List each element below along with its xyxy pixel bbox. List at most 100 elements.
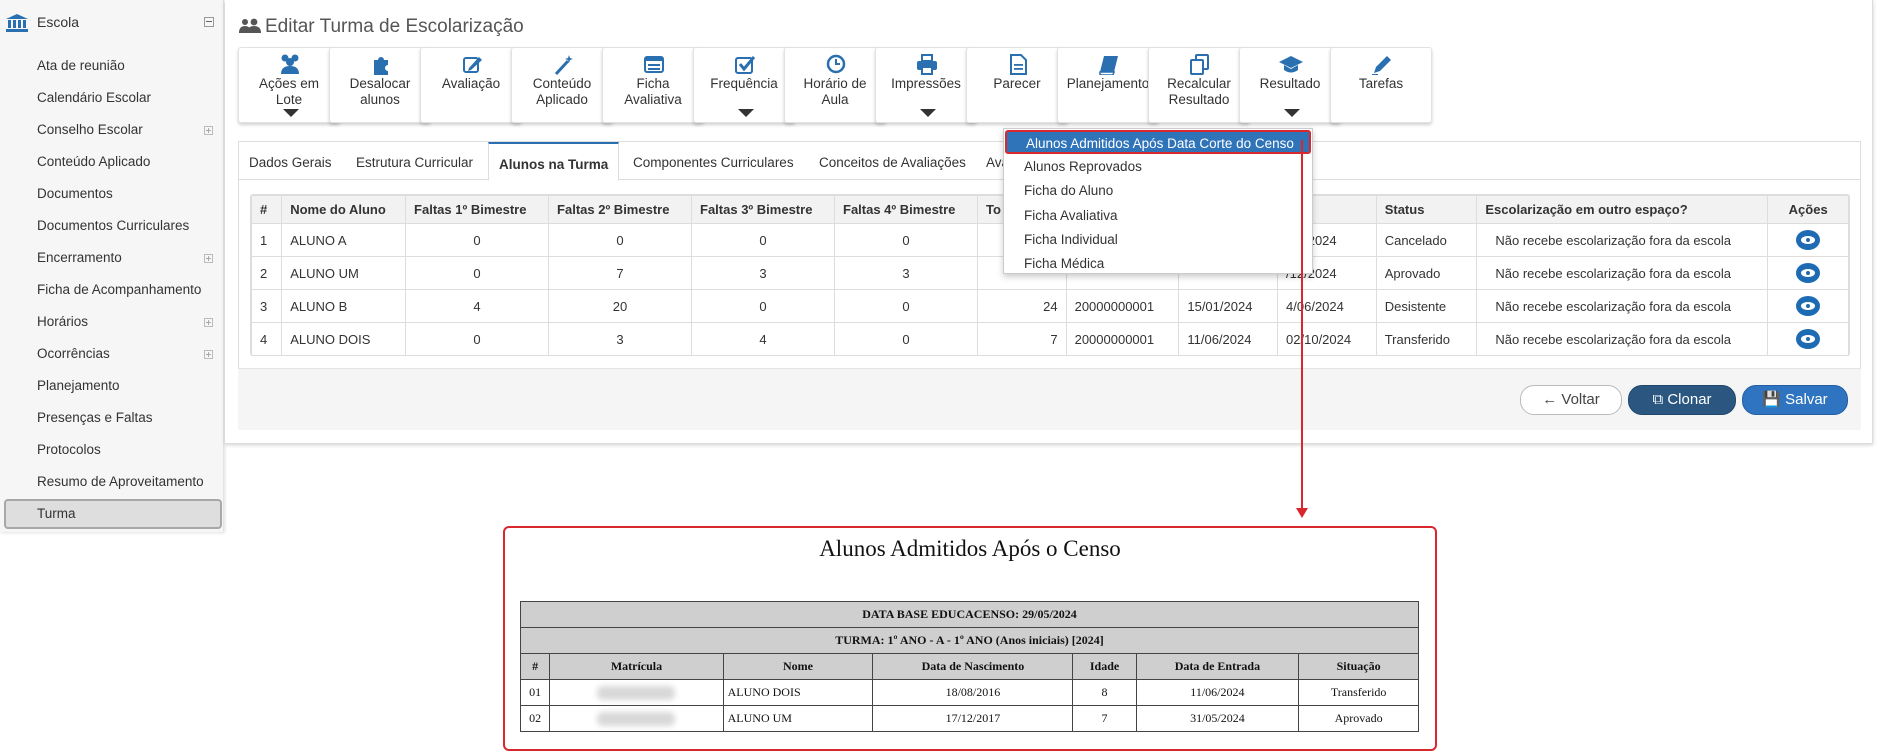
sidebar-item-label: Horários xyxy=(37,314,89,329)
dropdown-item-admitidos[interactable]: Alunos Admitidos Após Data Corte do Cens… xyxy=(1005,130,1311,154)
sidebar-item-label: Protocolos xyxy=(37,442,101,457)
tab-componentes-curriculares[interactable]: Componentes Curriculares xyxy=(633,155,794,170)
tab-estrutura-curricular[interactable]: Estrutura Curricular xyxy=(356,155,473,170)
voltar-button[interactable]: ← Voltar xyxy=(1520,385,1622,415)
sidebar-item-2[interactable]: Conselho Escolar xyxy=(0,115,224,145)
dropdown-item-ficha-avaliativa[interactable]: Ficha Avaliativa xyxy=(1024,208,1118,223)
toolbar-button-3[interactable]: Conteúdo Aplicado xyxy=(511,47,613,123)
report-cell: Transferido xyxy=(1298,679,1419,706)
toolbar-button-label: Desalocar alunos xyxy=(332,76,428,108)
sidebar-item-14[interactable]: Turma xyxy=(4,499,222,529)
collapse-icon[interactable] xyxy=(204,17,214,27)
table-cell: Não recebe escolarização fora da escola xyxy=(1476,223,1769,257)
pencil-icon xyxy=(1372,56,1391,75)
toolbar-button-2[interactable]: Avaliação xyxy=(420,47,522,123)
toolbar-label-line1: Desalocar xyxy=(349,76,411,91)
redacted-value xyxy=(597,686,676,701)
actions-cell xyxy=(1767,322,1849,356)
sidebar-item-11[interactable]: Presenças e Faltas xyxy=(0,403,224,433)
view-eye-icon[interactable] xyxy=(1796,296,1821,316)
sidebar-item-6[interactable]: Encerramento xyxy=(0,243,224,273)
toolbar-label-line1: Impressões xyxy=(891,76,961,91)
table-cell: 4/06/2024 xyxy=(1277,289,1377,323)
sidebar-item-1[interactable]: Calendário Escolar xyxy=(0,83,224,113)
table-cell: 3 xyxy=(548,322,693,356)
toolbar-label-line1: Conteúdo xyxy=(532,76,592,91)
table-cell: Cancelado xyxy=(1375,223,1478,257)
table-cell: 7 xyxy=(976,322,1067,356)
clone-icon: ⧉ xyxy=(1652,391,1664,408)
sidebar-item-9[interactable]: Ocorrências xyxy=(0,339,224,369)
copy-icon xyxy=(1190,54,1209,75)
sidebar-item-0[interactable]: Ata de reunião xyxy=(0,51,224,81)
table-cell: Desistente xyxy=(1375,289,1478,323)
table-cell: 0 xyxy=(405,322,550,356)
view-eye-icon[interactable] xyxy=(1796,329,1821,349)
table-cell: ALUNO B xyxy=(281,289,407,323)
toolbar-button-label: Avaliação xyxy=(423,76,519,92)
toolbar-button-11[interactable]: Resultado xyxy=(1239,47,1341,123)
report-base-line: DATA BASE EDUCACENSO: 29/05/2024 xyxy=(520,601,1419,628)
report-column-header: Data de Entrada xyxy=(1135,653,1300,680)
toolbar-button-label: Horário de Aula xyxy=(787,76,883,108)
toolbar-button-9[interactable]: Planejamento xyxy=(1057,47,1159,123)
expand-icon[interactable] xyxy=(204,318,213,327)
caret-down-icon xyxy=(1284,109,1300,117)
sidebar-item-label: Calendário Escolar xyxy=(37,90,152,105)
sidebar-item-12[interactable]: Protocolos xyxy=(0,435,224,465)
tab-conceitos-de-avaliacoes[interactable]: Conceitos de Avaliações xyxy=(819,155,966,170)
toolbar-label-line1: Resultado xyxy=(1259,76,1321,91)
sidebar-item-label: Encerramento xyxy=(37,250,122,265)
dropdown-item-ficha-aluno[interactable]: Ficha do Aluno xyxy=(1024,183,1113,198)
report-cell: ALUNO DOIS xyxy=(722,679,874,706)
toolbar-button-8[interactable]: Parecer xyxy=(966,47,1068,123)
tab-alunos-na-turma[interactable]: Alunos na Turma xyxy=(488,142,620,181)
redacted-value xyxy=(597,712,676,727)
clonar-button[interactable]: ⧉ Clonar xyxy=(1628,385,1736,415)
table-cell: ALUNO A xyxy=(281,223,407,257)
tab-dados-gerais[interactable]: Dados Gerais xyxy=(249,155,332,170)
sidebar-item-5[interactable]: Documentos Curriculares xyxy=(0,211,224,241)
table-cell: 0 xyxy=(691,223,835,257)
caret-down-icon xyxy=(920,109,936,117)
toolbar-button-5[interactable]: Frequência xyxy=(693,47,795,123)
dropdown-item-ficha-medica[interactable]: Ficha Médica xyxy=(1024,256,1104,271)
report-cell: 8 xyxy=(1072,679,1137,706)
sidebar-item-10[interactable]: Planejamento xyxy=(0,371,224,401)
toolbar-button-12[interactable]: Tarefas xyxy=(1330,47,1432,123)
view-eye-icon[interactable] xyxy=(1796,230,1821,250)
sidebar-header-escola[interactable]: Escola xyxy=(0,8,224,36)
sidebar-item-3[interactable]: Conteúdo Aplicado xyxy=(0,147,224,177)
toolbar-button-6[interactable]: Horário de Aula xyxy=(784,47,886,123)
column-header: Ações xyxy=(1767,195,1849,224)
sidebar-item-7[interactable]: Ficha de Acompanhamento xyxy=(0,275,224,305)
expand-icon[interactable] xyxy=(204,350,213,359)
column-header: Faltas 2º Bimestre xyxy=(548,195,693,224)
print-icon xyxy=(917,54,937,75)
report-cell: 01 xyxy=(519,679,551,706)
column-header: Faltas 3º Bimestre xyxy=(691,195,835,224)
actions-cell xyxy=(1767,289,1849,323)
toolbar-button-1[interactable]: Desalocar alunos xyxy=(329,47,431,123)
sidebar-item-4[interactable]: Documentos xyxy=(0,179,224,209)
toolbar-button-0[interactable]: Ações em Lote xyxy=(238,47,340,123)
toolbar-label-line1: Ficha xyxy=(636,76,670,91)
toolbar-button-7[interactable]: Impressões xyxy=(875,47,977,123)
toolbar-button-label: Parecer xyxy=(969,76,1065,92)
toolbar-button-10[interactable]: Recalcular Resultado xyxy=(1148,47,1250,123)
toolbar-button-4[interactable]: Ficha Avaliativa xyxy=(602,47,704,123)
table-row: 3 ALUNO B 4 20 0 0 24 20000000001 15/01/2024 4/06… xyxy=(250,289,1849,323)
toolbar-button-label: Planejamento xyxy=(1060,76,1156,92)
table-cell: 3 xyxy=(250,289,283,323)
dropdown-item-ficha-individual[interactable]: Ficha Individual xyxy=(1024,232,1118,247)
expand-icon[interactable] xyxy=(204,254,213,263)
dropdown-item-reprovados[interactable]: Alunos Reprovados xyxy=(1024,159,1142,174)
list-icon xyxy=(644,56,664,73)
sidebar-item-13[interactable]: Resumo de Aproveitamento xyxy=(0,467,224,497)
report-preview: Alunos Admitidos Após o Censo DATA BASE … xyxy=(503,526,1437,751)
toolbar-label-line2: Resultado xyxy=(1168,92,1230,107)
sidebar-item-8[interactable]: Horários xyxy=(0,307,224,337)
view-eye-icon[interactable] xyxy=(1796,263,1821,283)
expand-icon[interactable] xyxy=(204,126,213,135)
salvar-button[interactable]: 💾 Salvar xyxy=(1742,385,1848,415)
